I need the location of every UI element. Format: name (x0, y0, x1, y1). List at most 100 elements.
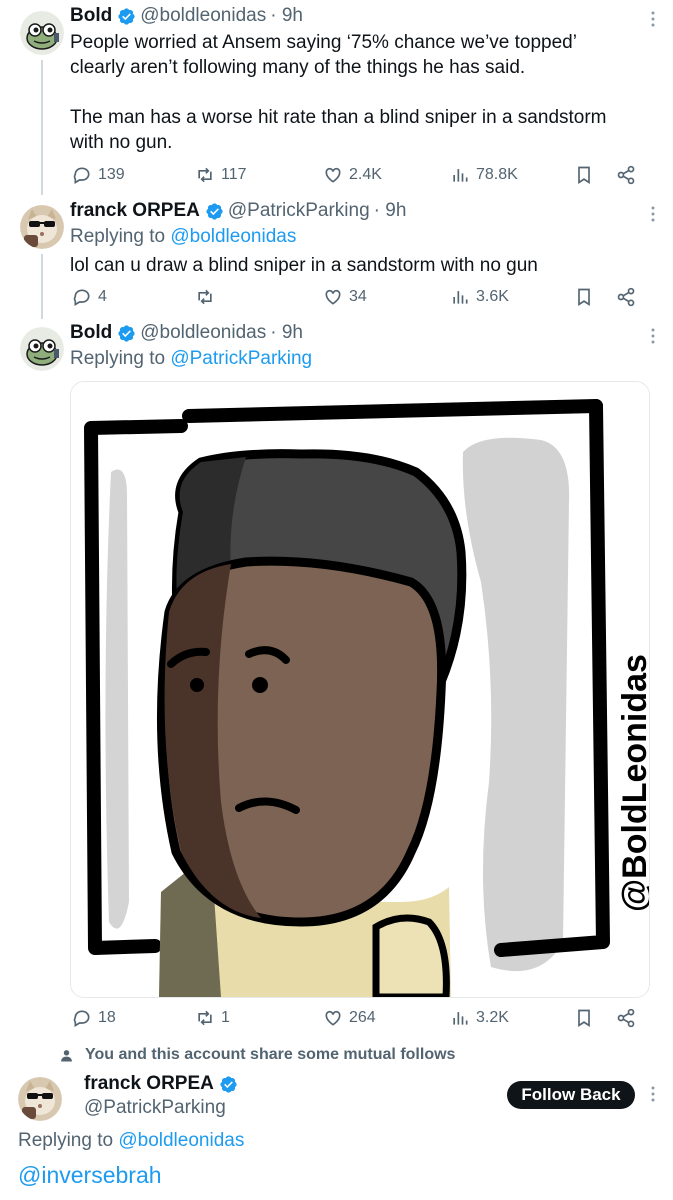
share-icon[interactable] (616, 1008, 636, 1028)
heart-icon (325, 289, 341, 305)
views-button[interactable]: 3.6K (450, 287, 509, 307)
views-button[interactable]: 78.8K (450, 165, 518, 185)
reply-icon (73, 1010, 90, 1027)
like-button[interactable]: 34 (323, 287, 367, 307)
eye-left (190, 678, 204, 692)
like-count: 34 (349, 288, 367, 305)
verified-badge-icon (220, 1075, 237, 1093)
replying-to-label: Replying to (70, 348, 166, 369)
tweet-text-line: with no gun. (70, 132, 173, 153)
avatar-bold[interactable] (20, 327, 64, 371)
thread-line (41, 60, 43, 195)
verified-badge-icon (118, 7, 135, 25)
image-watermark: @BoldLeonidas (616, 654, 649, 912)
views-icon (453, 291, 468, 304)
tweet-text: People worried at Ansem saying ‘75% chan… (70, 30, 660, 155)
eye-right (252, 677, 268, 693)
tweet-image[interactable]: @BoldLeonidas (70, 381, 650, 998)
verified-badge-icon (206, 202, 223, 220)
reply-count: 139 (98, 166, 125, 183)
view-count: 3.2K (476, 1009, 509, 1026)
like-button[interactable]: 264 (323, 1008, 376, 1028)
frog-avatar-icon (20, 327, 64, 371)
retweet-button[interactable]: 1 (195, 1008, 230, 1028)
views-icon (453, 169, 468, 182)
views-button[interactable]: 3.2K (450, 1008, 509, 1028)
author-name[interactable]: Bold (70, 322, 112, 344)
view-count: 3.6K (476, 288, 509, 305)
tweet-text-line: clearly aren’t following many of the thi… (70, 57, 526, 78)
mention-link[interactable]: @inversebrah (18, 1162, 162, 1189)
frog-avatar-icon (20, 11, 64, 55)
follow-back-button[interactable]: Follow Back (507, 1081, 635, 1109)
like-button[interactable]: 2.4K (323, 165, 382, 185)
mutual-follows-notice: You and this account share some mutual f… (60, 1046, 455, 1064)
person-icon (61, 1049, 72, 1061)
reply-count: 4 (98, 288, 107, 305)
avatar-franck[interactable] (18, 1077, 62, 1121)
reply-button[interactable]: 18 (72, 1008, 116, 1028)
retweet-icon (198, 1010, 212, 1026)
views-icon (453, 1012, 468, 1025)
author-name[interactable]: franck ORPEA (70, 200, 200, 222)
share-icon[interactable] (616, 287, 636, 307)
retweet-button[interactable]: 117 (195, 165, 247, 185)
tweet-text: lol can u draw a blind sniper in a sands… (70, 255, 538, 276)
timestamp[interactable]: · 9h (270, 322, 303, 344)
replying-to-handle-link[interactable]: @boldleonidas (170, 226, 296, 247)
like-count: 264 (349, 1009, 376, 1026)
like-count: 2.4K (349, 166, 382, 183)
author-handle[interactable]: @boldleonidas (140, 5, 266, 27)
drawing-blind-sniper: @BoldLeonidas (84, 399, 649, 997)
tweet-text-line: People worried at Ansem saying ‘75% chan… (70, 32, 577, 53)
avatar-franck[interactable] (20, 205, 64, 249)
avatar-bold[interactable] (20, 11, 64, 55)
author-handle[interactable]: @PatrickParking (84, 1097, 226, 1119)
thread-line (41, 254, 43, 319)
author-name[interactable]: franck ORPEA (84, 1073, 214, 1095)
retweet-count: 117 (221, 166, 247, 183)
replying-to-label: Replying to (18, 1130, 114, 1151)
mutual-follows-text: You and this account share some mutual f… (85, 1046, 456, 1063)
reply-icon (73, 167, 90, 184)
share-icon[interactable] (616, 165, 636, 185)
retweet-button[interactable] (195, 287, 221, 307)
author-name[interactable]: Bold (70, 5, 112, 27)
more-options-icon[interactable] (645, 9, 661, 29)
reply-count: 18 (98, 1009, 116, 1026)
reply-button[interactable]: 139 (72, 165, 125, 185)
timestamp[interactable]: · 9h (374, 200, 407, 222)
heart-icon (325, 167, 341, 183)
replying-to-handle-link[interactable]: @boldleonidas (118, 1130, 244, 1151)
tweet-text-line: The man has a worse hit rate than a blin… (70, 107, 607, 128)
replying-to-label: Replying to (70, 226, 166, 247)
reply-icon (73, 289, 90, 306)
retweet-icon (198, 167, 212, 183)
bookmark-icon[interactable] (574, 1008, 594, 1028)
shoulder-right (372, 914, 450, 997)
cat-avatar-icon (18, 1077, 62, 1121)
sandstorm-smudge (105, 469, 129, 929)
more-options-icon[interactable] (645, 326, 661, 346)
timestamp[interactable]: · 9h (270, 5, 303, 27)
author-handle[interactable]: @boldleonidas (140, 322, 266, 344)
bookmark-icon[interactable] (574, 287, 594, 307)
reply-button[interactable]: 4 (72, 287, 107, 307)
replying-to: Replying to @boldleonidas (70, 226, 296, 248)
frame-line (182, 399, 603, 423)
retweet-count: 1 (221, 1009, 230, 1026)
more-options-icon[interactable] (645, 204, 661, 224)
author-handle[interactable]: @PatrickParking (228, 200, 370, 222)
cat-avatar-icon (20, 205, 64, 249)
more-options-icon[interactable] (645, 1084, 661, 1104)
replying-to: Replying to @PatrickParking (70, 348, 312, 370)
tweet-text-line (70, 80, 660, 105)
replying-to: Replying to @boldleonidas (18, 1130, 244, 1152)
view-count: 78.8K (476, 166, 518, 183)
heart-icon (325, 1010, 341, 1026)
bookmark-icon[interactable] (574, 165, 594, 185)
sandstorm-smudge (462, 437, 570, 972)
retweet-icon (198, 289, 212, 305)
replying-to-handle-link[interactable]: @PatrickParking (170, 348, 312, 369)
verified-badge-icon (118, 324, 135, 342)
